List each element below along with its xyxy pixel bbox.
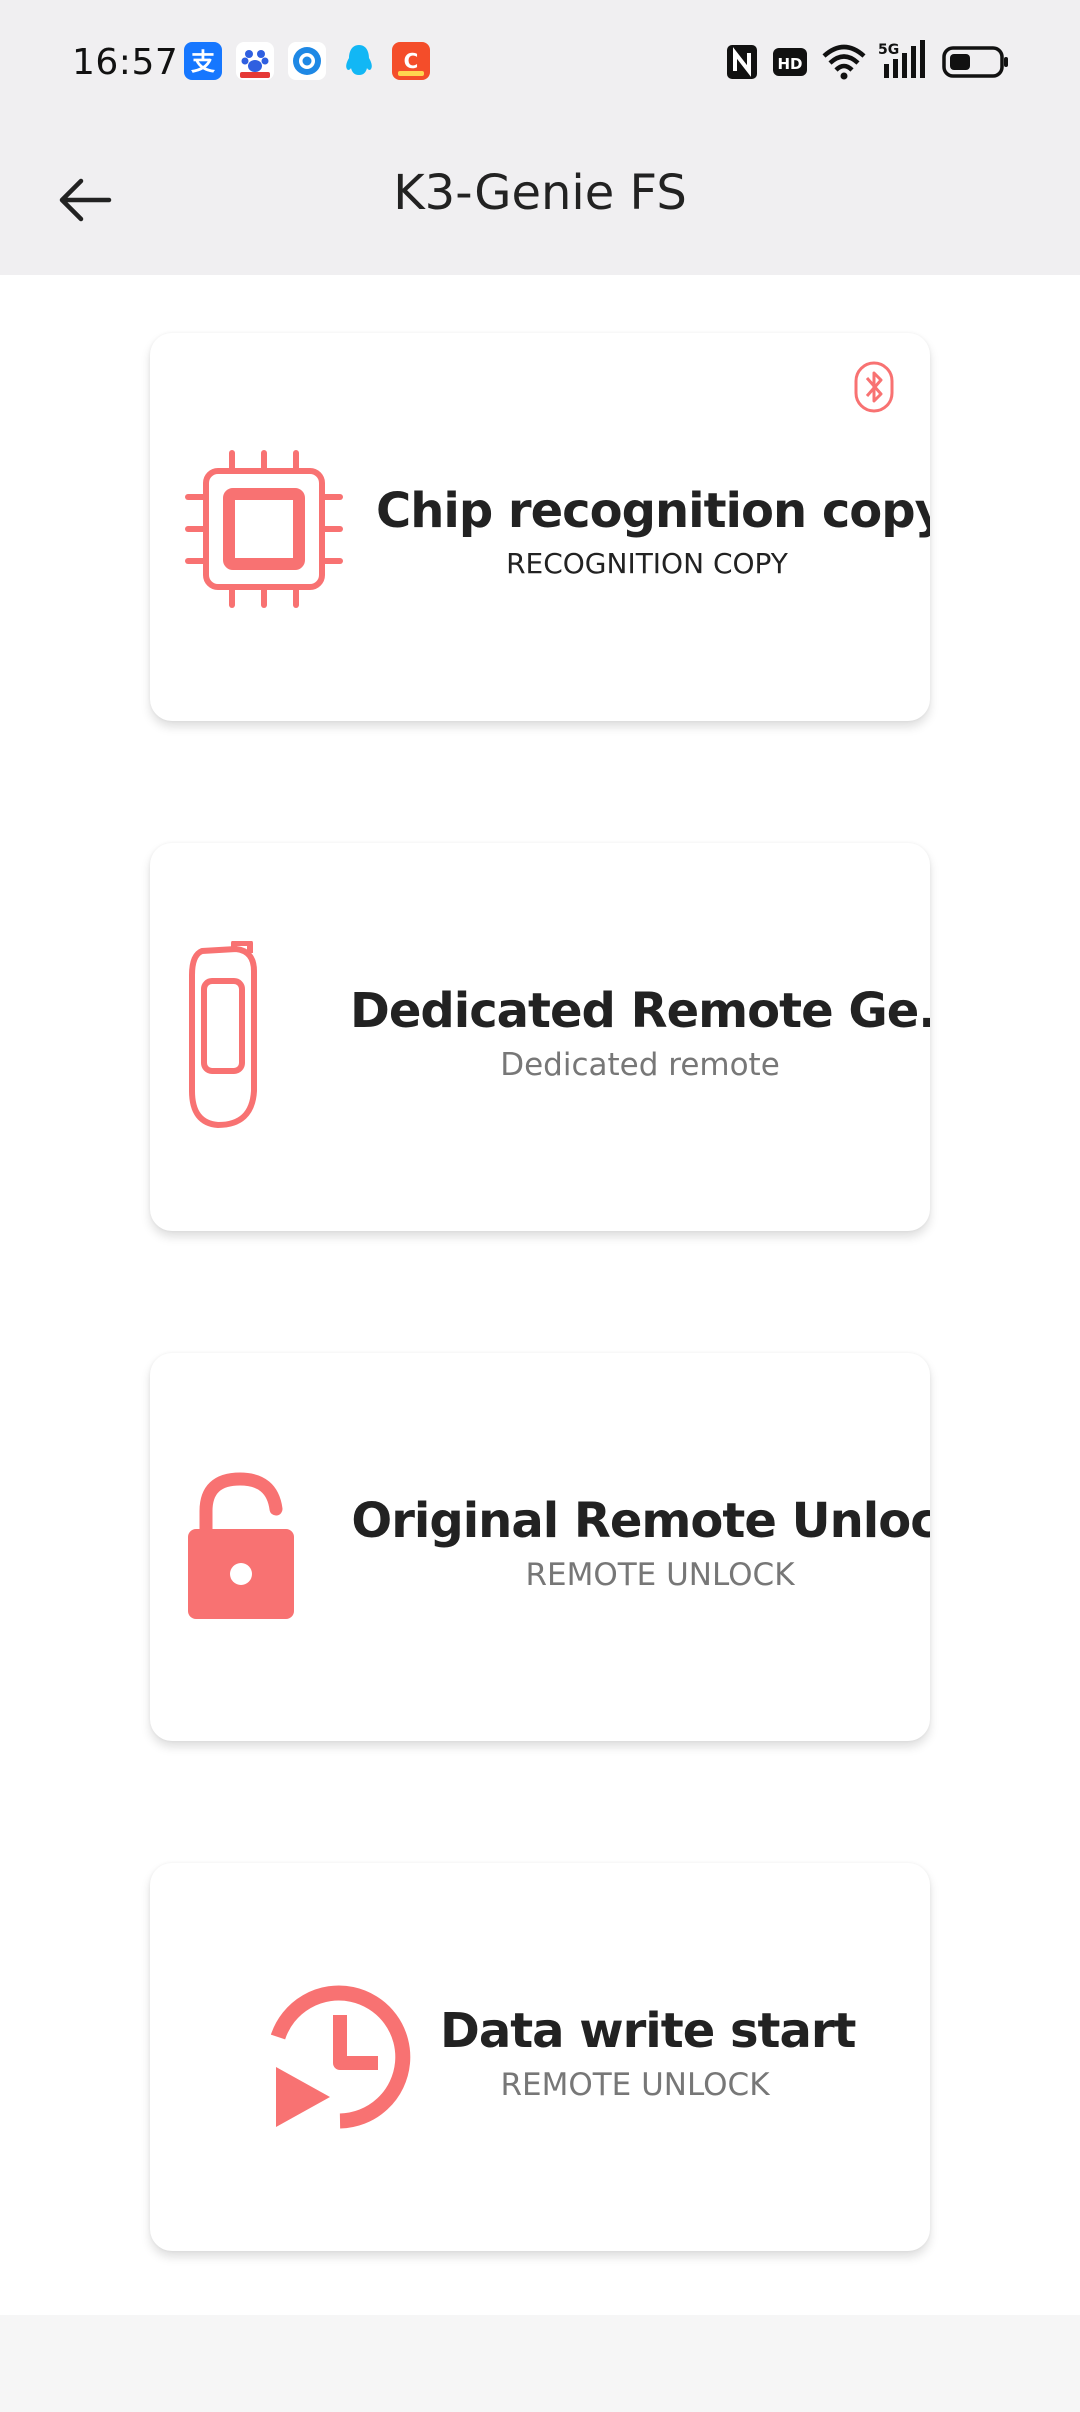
timer-play-icon bbox=[270, 1985, 411, 2129]
svg-text:5G: 5G bbox=[878, 42, 899, 58]
card-data-write-start[interactable]: Data write start REMOTE UNLOCK bbox=[150, 1863, 930, 2251]
status-time: 16:57 bbox=[72, 42, 179, 83]
qq-icon bbox=[340, 42, 378, 80]
card-text: Data write start REMOTE UNLOCK bbox=[440, 2003, 856, 2103]
card-subtitle: RECOGNITION COPY bbox=[506, 547, 788, 580]
card-text: Original Remote Unlock REMOTE UNLOCK bbox=[350, 1493, 930, 1593]
page-title: K3-Genie FS bbox=[393, 165, 687, 221]
card-chip-recognition-copy[interactable]: Chip recognition copy RECOGNITION COPY bbox=[150, 333, 930, 721]
svg-text:支: 支 bbox=[191, 48, 216, 76]
shopping-app-icon: C bbox=[392, 42, 430, 80]
chip-icon bbox=[185, 450, 343, 608]
menu-list: Chip recognition copy RECOGNITION COPY D… bbox=[0, 275, 1080, 2315]
card-subtitle: REMOTE UNLOCK bbox=[500, 2067, 770, 2103]
card-subtitle: REMOTE UNLOCK bbox=[525, 1557, 795, 1593]
alipay-icon: 支 bbox=[184, 42, 222, 80]
5g-signal-icon: 5G bbox=[878, 40, 930, 85]
app-bar: K3-Genie FS bbox=[0, 125, 1080, 275]
unlock-icon bbox=[188, 1472, 294, 1619]
svg-text:HD: HD bbox=[777, 55, 802, 73]
card-subtitle: Dedicated remote bbox=[500, 1047, 780, 1083]
status-bar: 16:57 支 C HD 5G bbox=[0, 0, 1080, 125]
circle-app-icon bbox=[288, 42, 326, 80]
bluetooth-icon[interactable] bbox=[854, 361, 894, 413]
wifi-icon bbox=[822, 44, 866, 85]
battery-icon bbox=[942, 46, 1010, 83]
baidu-icon bbox=[236, 42, 274, 80]
card-title: Chip recognition copy bbox=[376, 483, 930, 539]
card-text: Dedicated Remote Ge... Dedicated remote bbox=[350, 983, 930, 1083]
card-title: Dedicated Remote Ge... bbox=[350, 983, 930, 1039]
svg-text:C: C bbox=[404, 49, 419, 73]
hd-icon: HD bbox=[772, 44, 808, 85]
card-title: Original Remote Unlock bbox=[351, 1493, 930, 1549]
card-original-remote-unlock[interactable]: Original Remote Unlock REMOTE UNLOCK bbox=[150, 1353, 930, 1741]
card-title: Data write start bbox=[440, 2003, 856, 2059]
nfc-icon bbox=[726, 44, 758, 85]
card-dedicated-remote[interactable]: Dedicated Remote Ge... Dedicated remote bbox=[150, 843, 930, 1231]
remote-key-icon bbox=[189, 941, 257, 1128]
card-text: Chip recognition copy RECOGNITION COPY bbox=[376, 483, 930, 580]
